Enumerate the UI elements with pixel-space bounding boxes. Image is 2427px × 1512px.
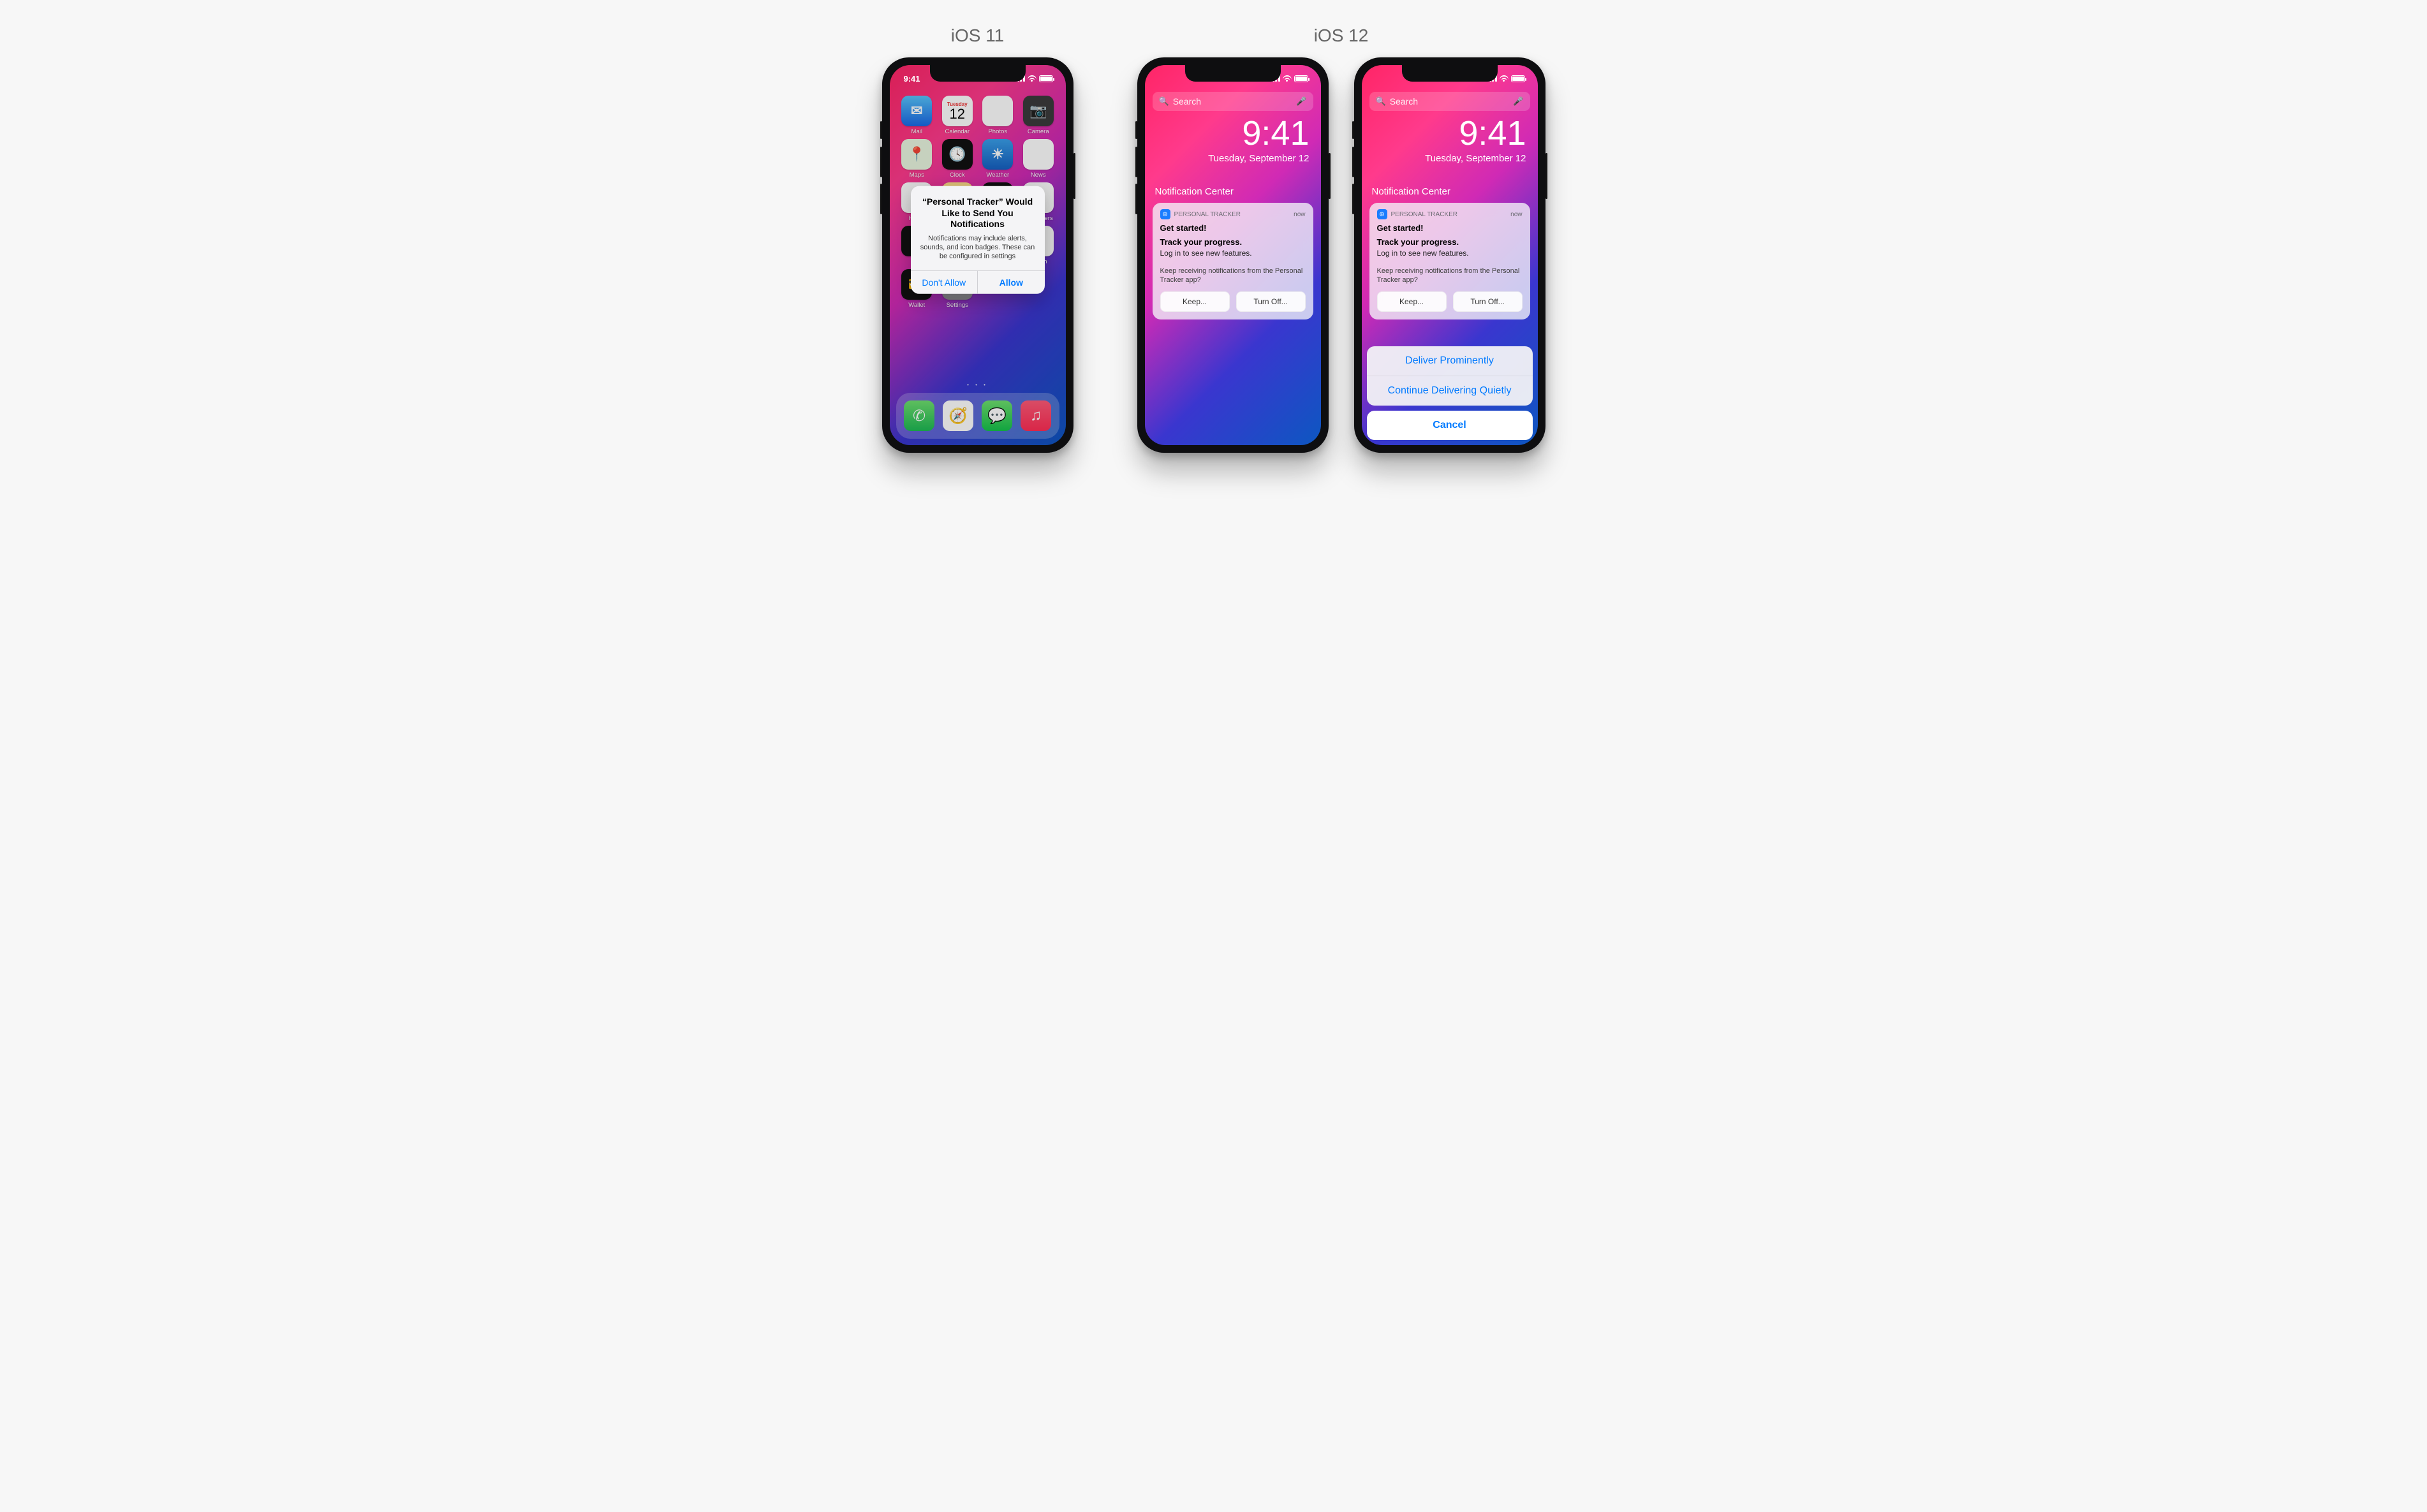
status-time: 9:41: [904, 74, 920, 84]
mic-icon[interactable]: 🎤: [1296, 96, 1306, 106]
lock-time: 9:41: [1362, 116, 1526, 150]
notification-center-title: Notification Center: [1155, 186, 1234, 197]
lock-time: 9:41: [1145, 116, 1309, 150]
allow-button[interactable]: Allow: [978, 270, 1045, 293]
lock-clock: 9:41 Tuesday, September 12: [1145, 116, 1321, 164]
wifi-icon: [1500, 75, 1509, 82]
cancel-button[interactable]: Cancel: [1367, 411, 1533, 440]
action-sheet: Deliver Prominently Continue Delivering …: [1367, 346, 1533, 440]
search-placeholder: Search: [1390, 96, 1510, 106]
notification-time: now: [1510, 211, 1522, 218]
notch: [930, 65, 1026, 82]
app-icon: ⊕: [1160, 209, 1170, 219]
notification-question: Keep receiving notifications from the Pe…: [1377, 267, 1523, 286]
notification-card[interactable]: ⊕ PERSONAL TRACKER now Get started! Trac…: [1369, 203, 1530, 319]
battery-icon: [1039, 75, 1053, 82]
mic-icon[interactable]: 🎤: [1513, 96, 1523, 106]
notification-body: Log in to see new features.: [1160, 249, 1306, 258]
notification-time: now: [1294, 211, 1305, 218]
battery-icon: [1294, 75, 1308, 82]
turn-off-button[interactable]: Turn Off...: [1453, 291, 1523, 312]
turn-off-button[interactable]: Turn Off...: [1236, 291, 1306, 312]
notification-app-name: PERSONAL TRACKER: [1174, 211, 1241, 218]
phone-ios12-b: 🔍 Search 🎤 9:41 Tuesday, September 12 No…: [1354, 57, 1545, 453]
ios11-group: iOS 11 9:41 ✉︎MailTuesday12Cal: [882, 26, 1073, 453]
search-placeholder: Search: [1173, 96, 1293, 106]
ios11-label: iOS 11: [951, 26, 1005, 46]
search-bar[interactable]: 🔍 Search 🎤: [1153, 92, 1313, 111]
ios12-group: iOS 12 🔍: [1137, 26, 1545, 453]
keep-button[interactable]: Keep...: [1377, 291, 1447, 312]
notification-title-2: Track your progress.: [1160, 237, 1306, 247]
alert-title: “Personal Tracker” Would Like to Send Yo…: [918, 196, 1037, 230]
search-icon: 🔍: [1376, 96, 1386, 106]
notification-body: Log in to see new features.: [1377, 249, 1523, 258]
wifi-icon: [1028, 75, 1036, 82]
lock-date: Tuesday, September 12: [1362, 153, 1526, 164]
search-bar[interactable]: 🔍 Search 🎤: [1369, 92, 1530, 111]
app-icon: ⊕: [1377, 209, 1387, 219]
phone-ios12-a: 🔍 Search 🎤 9:41 Tuesday, September 12 No…: [1137, 57, 1329, 453]
battery-icon: [1511, 75, 1525, 82]
wifi-icon: [1283, 75, 1292, 82]
lock-clock: 9:41 Tuesday, September 12: [1362, 116, 1538, 164]
notification-title-1: Get started!: [1160, 223, 1306, 233]
notification-question: Keep receiving notifications from the Pe…: [1160, 267, 1306, 286]
deliver-prominently-button[interactable]: Deliver Prominently: [1367, 346, 1533, 376]
notification-app-name: PERSONAL TRACKER: [1391, 211, 1457, 218]
notch: [1185, 65, 1281, 82]
notification-center-title: Notification Center: [1372, 186, 1450, 197]
alert-message: Notifications may include alerts, sounds…: [918, 233, 1037, 261]
notification-title-1: Get started!: [1377, 223, 1523, 233]
phone-ios11: 9:41 ✉︎MailTuesday12Calendar✿Photos📷Came…: [882, 57, 1073, 453]
permission-alert: “Personal Tracker” Would Like to Send Yo…: [911, 186, 1045, 293]
deliver-quietly-button[interactable]: Continue Delivering Quietly: [1367, 376, 1533, 406]
dont-allow-button[interactable]: Don't Allow: [911, 270, 978, 293]
notification-title-2: Track your progress.: [1377, 237, 1523, 247]
ios12-label: iOS 12: [1314, 26, 1369, 46]
lock-date: Tuesday, September 12: [1145, 153, 1309, 164]
search-icon: 🔍: [1159, 96, 1169, 106]
notch: [1402, 65, 1498, 82]
notification-card[interactable]: ⊕ PERSONAL TRACKER now Get started! Trac…: [1153, 203, 1313, 319]
keep-button[interactable]: Keep...: [1160, 291, 1230, 312]
